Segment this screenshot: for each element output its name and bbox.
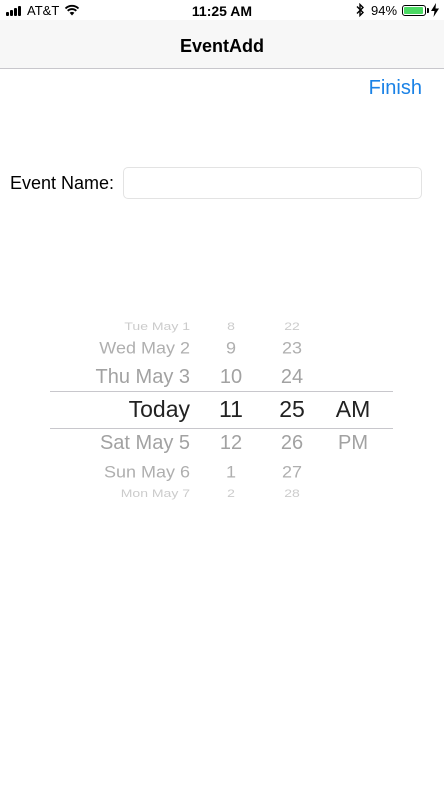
picker-date-option[interactable]: Tue May 1: [50, 320, 190, 332]
picker-date-option[interactable]: Sun May 6: [50, 463, 190, 482]
picker-hour-option[interactable]: 8: [211, 320, 251, 332]
picker-minute-option[interactable]: 22: [272, 320, 312, 332]
picker-minute-option[interactable]: 27: [272, 463, 312, 482]
picker-date-option[interactable]: Sat May 5: [50, 432, 190, 455]
picker-minute-option[interactable]: 25: [272, 396, 312, 423]
page-title: EventAdd: [179, 36, 264, 56]
picker-hour-option[interactable]: 1: [211, 463, 251, 482]
picker-minute-option[interactable]: 23: [272, 339, 312, 358]
event-name-label: Event Name:: [10, 173, 115, 193]
picker-date-option[interactable]: Wed May 2: [50, 339, 190, 358]
finish-button[interactable]: Finish: [369, 77, 422, 100]
picker-minute-option[interactable]: 24: [272, 366, 312, 389]
status-bar: AT&T 11:25 AM 94%: [0, 0, 444, 22]
event-name-input[interactable]: [123, 167, 422, 199]
battery-icon: [402, 5, 426, 16]
bluetooth-icon: [356, 3, 364, 17]
date-time-picker[interactable]: Tue May 1 Wed May 2 Thu May 3 Today Sat May …: [50, 310, 393, 510]
navigation-bar: EventAdd: [0, 20, 444, 69]
picker-minute-option[interactable]: 28: [272, 487, 312, 499]
charging-bolt-icon: [431, 3, 439, 17]
battery-percent: 94%: [371, 3, 398, 18]
battery-cap: [427, 8, 429, 13]
picker-hour-option[interactable]: 10: [211, 366, 251, 389]
picker-ampm-option[interactable]: PM: [330, 432, 376, 455]
picker-selection-top-line: [50, 391, 393, 392]
picker-ampm-option[interactable]: AM: [330, 396, 376, 423]
picker-date-option[interactable]: Today: [50, 396, 190, 423]
picker-hour-option[interactable]: 12: [211, 432, 251, 455]
picker-selection-bottom-line: [50, 428, 393, 429]
picker-hour-option[interactable]: 9: [211, 339, 251, 358]
picker-hour-option[interactable]: 11: [211, 396, 251, 423]
picker-minute-option[interactable]: 26: [272, 432, 312, 455]
picker-hour-option[interactable]: 2: [211, 487, 251, 499]
picker-date-option[interactable]: Mon May 7: [50, 487, 190, 499]
battery-level-fill: [404, 7, 423, 14]
picker-date-option[interactable]: Thu May 3: [50, 366, 190, 389]
